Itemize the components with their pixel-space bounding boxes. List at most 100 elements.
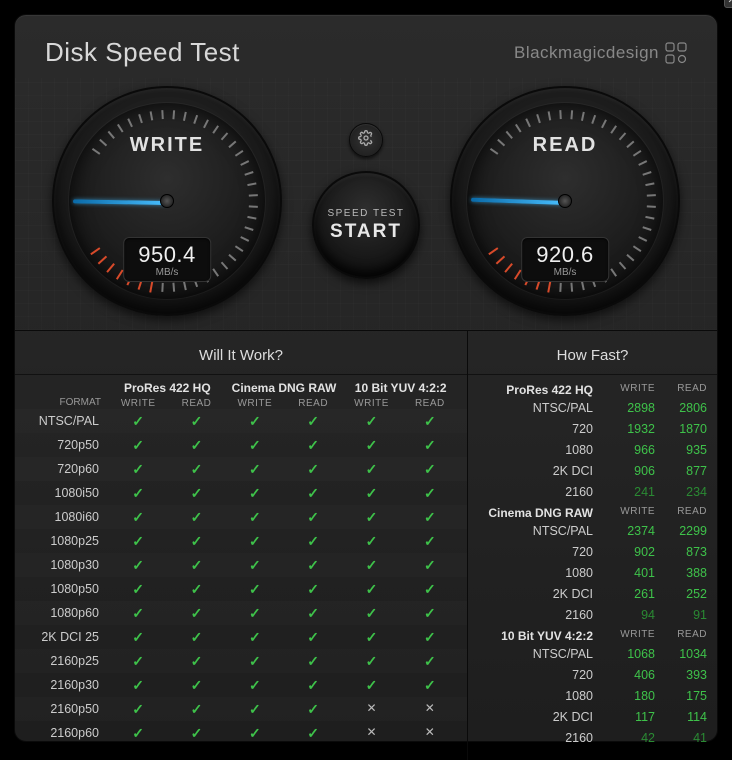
gauge-area: WRITE 950.4 MB/s SPEED TEST START: [15, 78, 717, 330]
check-icon: ✓: [167, 653, 225, 670]
howfast-format: 2K DCI: [478, 710, 603, 724]
check-icon: ✓: [226, 653, 284, 670]
check-icon: ✓: [226, 413, 284, 430]
app-window: Disk Speed Test Blackmagicdesign WRITE 9…: [14, 14, 718, 742]
check-icon: ✓: [109, 437, 167, 454]
wiw-row: 2K DCI 25✓✓✓✓✓✓: [15, 625, 467, 649]
howfast-read-header: READ: [655, 629, 707, 643]
read-unit: MB/s: [536, 267, 594, 278]
wiw-row: 720p50✓✓✓✓✓✓: [15, 433, 467, 457]
check-icon: ✓: [226, 725, 284, 742]
start-subtitle: SPEED TEST: [327, 208, 404, 219]
check-icon: ✓: [109, 605, 167, 622]
check-icon: ✓: [401, 605, 459, 622]
check-icon: ✓: [167, 629, 225, 646]
howfast-format: 2K DCI: [478, 587, 603, 601]
howfast-codec-title: ProRes 422 HQ: [478, 383, 603, 397]
wiw-row: 1080p50✓✓✓✓✓✓: [15, 577, 467, 601]
check-icon: ✓: [167, 581, 225, 598]
check-icon: ✓: [284, 653, 342, 670]
codec-header-2: 10 Bit YUV 4:2:2: [342, 381, 459, 398]
check-icon: ✓: [109, 653, 167, 670]
check-icon: ✓: [109, 461, 167, 478]
codec-header-0: ProRes 422 HQ: [109, 381, 226, 398]
howfast-write-value: 401: [603, 566, 655, 580]
check-icon: ✓: [167, 557, 225, 574]
col-write-1: WRITE: [226, 398, 284, 409]
check-icon: ✓: [401, 653, 459, 670]
howfast-row: 2160 42 41: [478, 727, 707, 748]
howfast-write-value: 966: [603, 443, 655, 457]
howfast-read-value: 91: [655, 608, 707, 622]
howfast-read-value: 388: [655, 566, 707, 580]
howfast-write-value: 94: [603, 608, 655, 622]
x-icon: ✕: [401, 701, 459, 718]
howfast-row: NTSC/PAL 2374 2299: [478, 520, 707, 541]
write-readout: 950.4 MB/s: [123, 237, 211, 282]
howfast-write-header: WRITE: [603, 629, 655, 643]
howfast-read-value: 252: [655, 587, 707, 601]
howfast-write-value: 241: [603, 485, 655, 499]
check-icon: ✓: [109, 533, 167, 550]
check-icon: ✓: [284, 533, 342, 550]
check-icon: ✓: [167, 677, 225, 694]
format-label: 1080i60: [23, 510, 109, 524]
x-icon: ✕: [342, 701, 400, 718]
howfast-group: 10 Bit YUV 4:2:2 WRITE READNTSC/PAL 1068…: [468, 627, 717, 750]
start-button[interactable]: SPEED TEST START: [312, 171, 420, 279]
check-icon: ✓: [342, 413, 400, 430]
howfast-row: NTSC/PAL 1068 1034: [478, 643, 707, 664]
check-icon: ✓: [401, 485, 459, 502]
format-label: 720p60: [23, 462, 109, 476]
check-icon: ✓: [226, 509, 284, 526]
check-icon: ✓: [401, 509, 459, 526]
howfast-read-header: READ: [655, 506, 707, 520]
col-write-0: WRITE: [109, 398, 167, 409]
check-icon: ✓: [284, 437, 342, 454]
howfast-group: ProRes 422 HQ WRITE READNTSC/PAL 2898 28…: [468, 381, 717, 504]
howfast-format: 1080: [478, 566, 603, 580]
howfast-format: NTSC/PAL: [478, 401, 603, 415]
howfast-write-value: 2374: [603, 524, 655, 538]
check-icon: ✓: [109, 677, 167, 694]
check-icon: ✓: [167, 413, 225, 430]
wiw-row: 2160p25✓✓✓✓✓✓: [15, 649, 467, 673]
format-header: FORMAT: [23, 381, 109, 409]
howfast-format: 720: [478, 545, 603, 559]
col-read-2: READ: [401, 398, 459, 409]
howfast-write-header: WRITE: [603, 383, 655, 397]
howfast-write-value: 906: [603, 464, 655, 478]
read-gauge: READ 920.6 MB/s: [450, 86, 680, 316]
check-icon: ✓: [284, 629, 342, 646]
howfast-write-value: 2898: [603, 401, 655, 415]
howfast-format: 720: [478, 668, 603, 682]
check-icon: ✓: [109, 701, 167, 718]
app-title: Disk Speed Test: [45, 37, 240, 68]
check-icon: ✓: [167, 605, 225, 622]
close-button[interactable]: ✕: [724, 0, 732, 8]
col-write-2: WRITE: [342, 398, 400, 409]
check-icon: ✓: [342, 461, 400, 478]
brand-label: Blackmagicdesign: [514, 42, 687, 64]
format-label: 1080p30: [23, 558, 109, 572]
check-icon: ✓: [109, 413, 167, 430]
settings-button[interactable]: [349, 123, 383, 157]
check-icon: ✓: [226, 701, 284, 718]
col-read-0: READ: [167, 398, 225, 409]
check-icon: ✓: [342, 533, 400, 550]
check-icon: ✓: [226, 677, 284, 694]
howfast-row: 1080 401 388: [478, 562, 707, 583]
brand-text: Blackmagicdesign: [514, 43, 659, 63]
check-icon: ✓: [284, 485, 342, 502]
howfast-format: NTSC/PAL: [478, 524, 603, 538]
howfast-format: 1080: [478, 689, 603, 703]
write-gauge-wrap: WRITE 950.4 MB/s: [48, 86, 286, 316]
check-icon: ✓: [342, 629, 400, 646]
howfast-row: 720 406 393: [478, 664, 707, 685]
howfast-row: 2K DCI 906 877: [478, 460, 707, 481]
check-icon: ✓: [226, 605, 284, 622]
check-icon: ✓: [342, 557, 400, 574]
check-icon: ✓: [342, 653, 400, 670]
howfast-format: 2160: [478, 608, 603, 622]
howfast-read-value: 877: [655, 464, 707, 478]
